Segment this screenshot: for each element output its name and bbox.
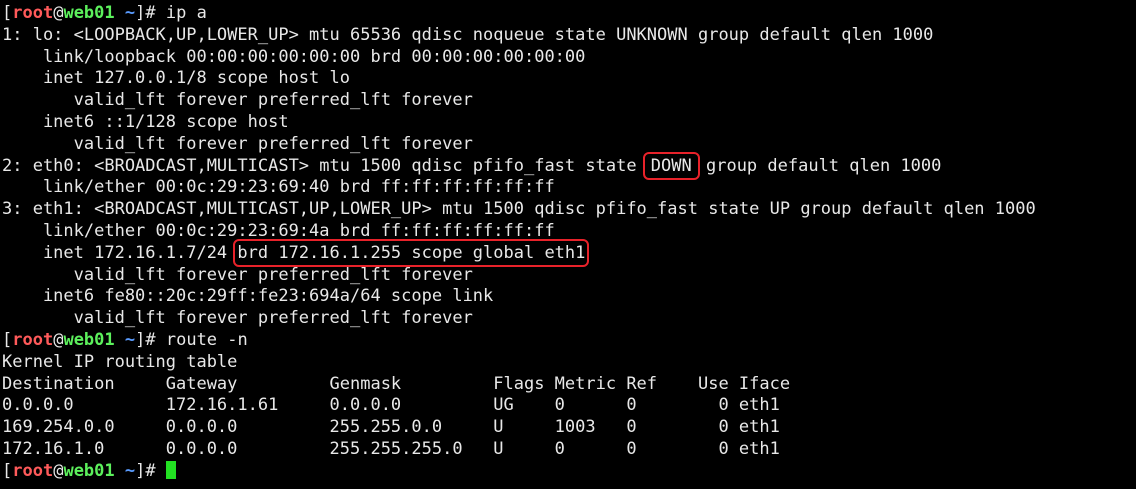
eth1-broadcast-highlight: brd 172.16.1.255 scope global eth1	[233, 238, 590, 267]
eth0-header-suffix: group default qlen 1000	[695, 155, 942, 176]
prompt-host: web01	[63, 329, 115, 350]
prompt-open-bracket: [	[2, 460, 13, 481]
output-line: valid_lft forever preferred_lft forever	[2, 308, 473, 329]
output-line: link/ether 00:0c:29:23:69:40 brd ff:ff:f…	[2, 177, 555, 198]
prompt-at: @	[53, 3, 64, 23]
prompt-host: web01	[63, 460, 115, 481]
prompt-close: ]#	[135, 329, 166, 350]
routing-table-header: Destination Gateway Genmask Flags Metric…	[2, 373, 791, 394]
prompt-at: @	[53, 329, 64, 350]
output-line: valid_lft forever preferred_lft forever	[2, 133, 473, 154]
prompt-open-bracket: [	[2, 329, 13, 350]
prompt-host: web01	[63, 3, 115, 23]
terminal-window[interactable]: [root@web01 ~]# ip a 1: lo: <LOOPBACK,UP…	[0, 0, 1136, 489]
eth1-inet-line: inet 172.16.1.7/24 brd 172.16.1.255 scop…	[2, 238, 1136, 267]
routing-table-row: 169.254.0.0 0.0.0.0 255.255.0.0 U 1003 0…	[2, 417, 780, 438]
prompt-line: [root@web01 ~]# route -n	[2, 330, 1136, 352]
command-text: ip a	[165, 3, 207, 23]
eth0-state-highlight: DOWN	[642, 151, 700, 180]
prompt-dir: ~	[124, 460, 136, 481]
eth1-inet-prefix: inet 172.16.1.7/24	[2, 242, 238, 263]
command-text: route -n	[165, 329, 248, 350]
prompt-dir: ~	[124, 3, 136, 23]
prompt-open-bracket: [	[2, 3, 13, 23]
eth0-header-prefix: 2: eth0: <BROADCAST,MULTICAST> mtu 1500 …	[2, 155, 647, 176]
prompt-dir: ~	[124, 329, 136, 350]
output-line: 3: eth1: <BROADCAST,MULTICAST,UP,LOWER_U…	[2, 199, 1036, 220]
output-line: inet6 fe80::20c:29ff:fe23:694a/64 scope …	[2, 286, 494, 307]
output-line: valid_lft forever preferred_lft forever	[2, 90, 473, 111]
output-line: inet6 ::1/128 scope host	[2, 111, 289, 132]
output-line: link/loopback 00:00:00:00:00:00 brd 00:0…	[2, 46, 586, 67]
prompt-close: ]#	[135, 3, 166, 23]
routing-table-title: Kernel IP routing table	[2, 351, 238, 372]
prompt-line: [root@web01 ~]# ip a	[2, 3, 1136, 25]
output-line: 1: lo: <LOOPBACK,UP,LOWER_UP> mtu 65536 …	[2, 24, 934, 45]
text-cursor	[165, 460, 176, 479]
routing-table-row: 172.16.1.0 0.0.0.0 255.255.255.0 U 0 0 0…	[2, 438, 780, 459]
prompt-user: root	[12, 329, 54, 350]
output-line: link/ether 00:0c:29:23:69:4a brd ff:ff:f…	[2, 220, 555, 241]
eth0-header-line: 2: eth0: <BROADCAST,MULTICAST> mtu 1500 …	[2, 151, 1136, 180]
prompt-close: ]#	[135, 460, 166, 481]
prompt-at: @	[53, 460, 64, 481]
prompt-user: root	[12, 3, 54, 23]
output-line: inet 127.0.0.1/8 scope host lo	[2, 68, 350, 89]
output-line: valid_lft forever preferred_lft forever	[2, 264, 473, 285]
prompt-user: root	[12, 460, 54, 481]
routing-table-row: 0.0.0.0 172.16.1.61 0.0.0.0 UG 0 0 0 eth…	[2, 395, 780, 416]
active-prompt-line[interactable]: [root@web01 ~]#	[2, 460, 1136, 483]
